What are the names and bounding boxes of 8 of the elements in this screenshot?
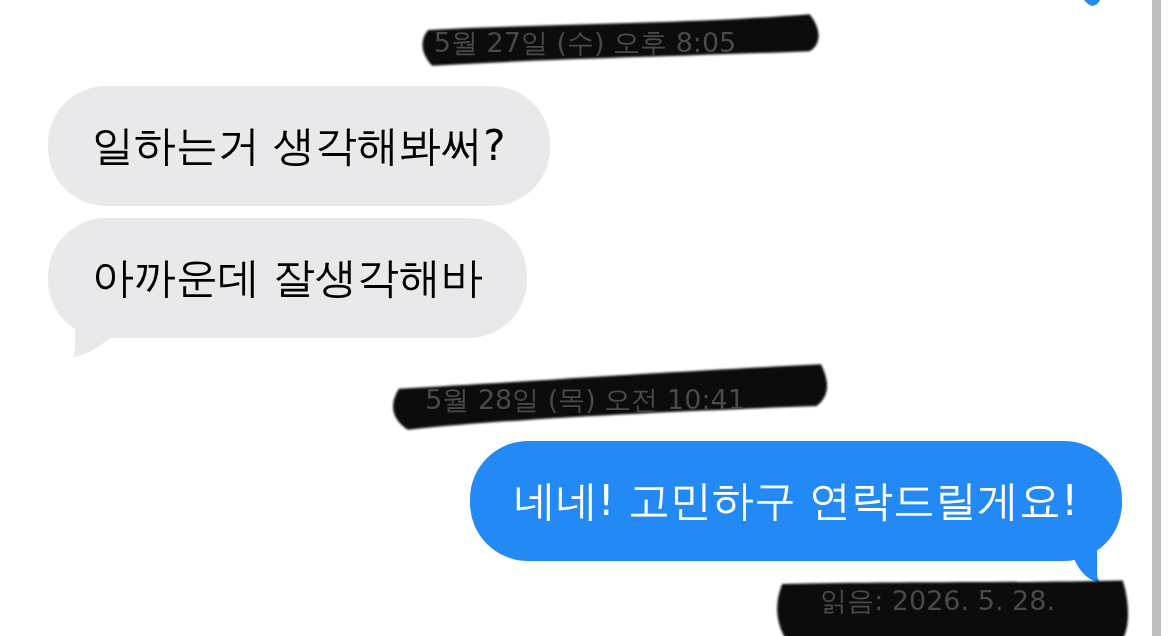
timestamp: 5월 27일 (수) 오후 8:05 bbox=[433, 27, 737, 58]
message-bubble: 네네! 고민하구 연락드릴게요! bbox=[469, 441, 1122, 561]
bubble-tail-icon bbox=[1084, 0, 1100, 6]
scrollbar[interactable] bbox=[1152, 0, 1161, 636]
message-bubble: 일하는거 생각해봐써? bbox=[48, 86, 550, 206]
read-receipt: 읽음: 2026. 5. 28. bbox=[820, 585, 1055, 616]
message-bubble: 아까운데 잘생각해바 bbox=[48, 218, 528, 338]
timestamp: 5월 28일 (목) 오전 10:41 bbox=[425, 384, 745, 415]
